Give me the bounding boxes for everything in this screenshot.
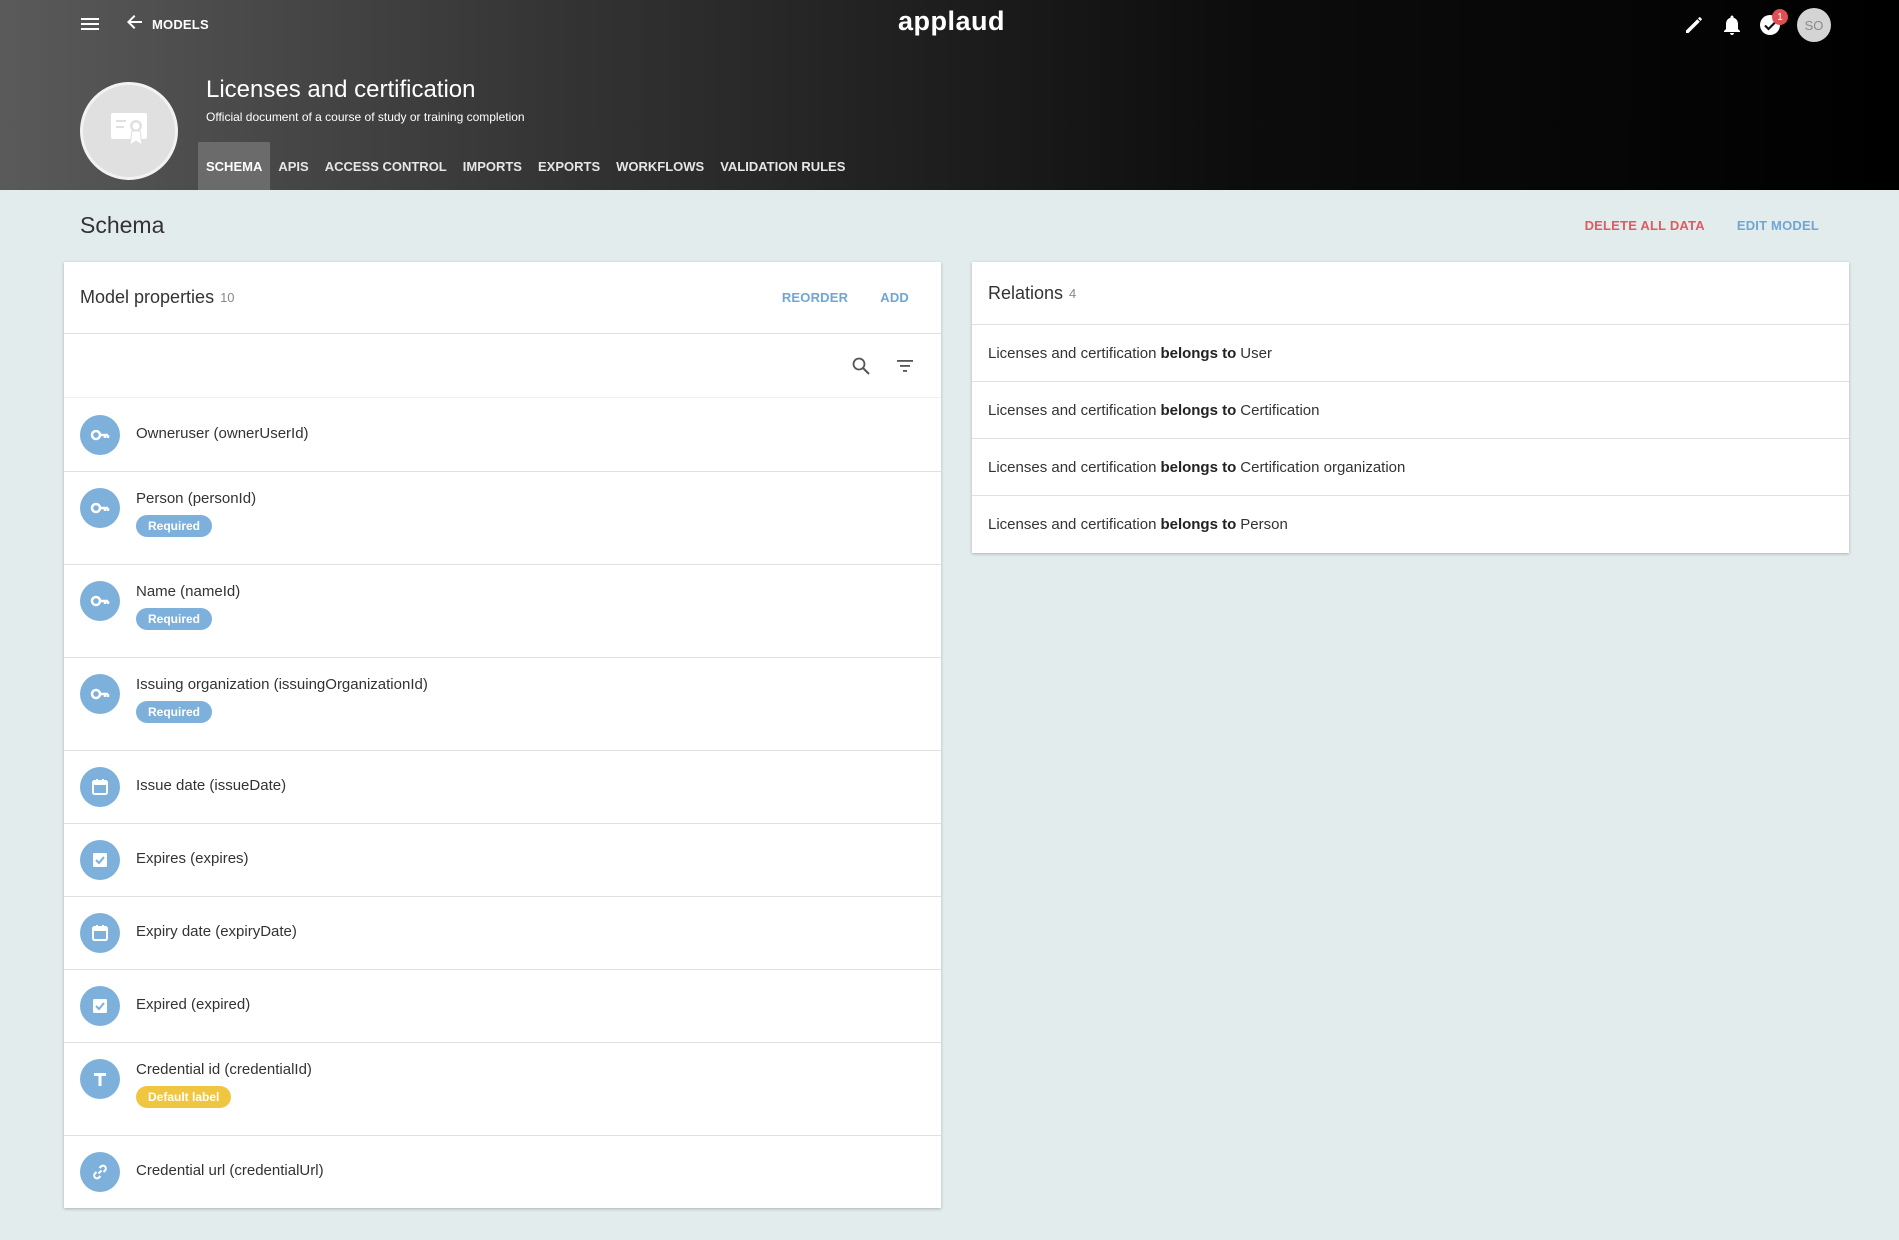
edit-model-button[interactable]: EDIT MODEL — [1737, 218, 1819, 233]
tab-workflows[interactable]: WORKFLOWS — [608, 142, 712, 190]
add-property-button[interactable]: ADD — [880, 290, 909, 305]
tasks-check-icon[interactable]: 1 — [1759, 9, 1788, 36]
calendar-icon — [80, 913, 120, 953]
model-title: Licenses and certification — [206, 76, 476, 103]
property-row[interactable]: Expires (expires) — [64, 824, 941, 897]
relations-card: Relations 4 Licenses and certification b… — [972, 262, 1849, 553]
key-icon — [80, 488, 120, 528]
hamburger-menu-icon[interactable] — [80, 14, 100, 34]
user-avatar[interactable]: SO — [1797, 8, 1831, 42]
relation-verb: belongs to — [1160, 401, 1237, 419]
key-icon — [80, 581, 120, 621]
pencil-icon[interactable] — [1683, 14, 1705, 36]
relation-source: Licenses and certification — [988, 401, 1157, 419]
bell-icon[interactable] — [1721, 14, 1743, 36]
filter-icon[interactable] — [893, 354, 917, 378]
tab-exports[interactable]: EXPORTS — [530, 142, 608, 190]
relation-verb: belongs to — [1160, 458, 1237, 476]
property-name: Owneruser (ownerUserId) — [136, 425, 309, 442]
relation-source: Licenses and certification — [988, 344, 1157, 362]
property-name: Credential url (credentialUrl) — [136, 1162, 324, 1179]
tab-validation-rules[interactable]: VALIDATION RULES — [712, 142, 853, 190]
relation-target: Certification — [1240, 401, 1320, 419]
calendar-icon — [80, 767, 120, 807]
property-row[interactable]: Owneruser (ownerUserId) — [64, 398, 941, 472]
relation-target: Person — [1240, 516, 1288, 533]
link-icon — [80, 1152, 120, 1192]
property-row[interactable]: Person (personId) Required — [64, 472, 941, 565]
property-row[interactable]: Credential url (credentialUrl) — [64, 1136, 941, 1209]
required-badge: Required — [136, 701, 213, 723]
required-badge: Required — [136, 515, 213, 537]
relation-source: Licenses and certification — [988, 458, 1157, 476]
model-properties-card: Model properties 10 REORDER ADD Owneruse… — [64, 262, 941, 1208]
relation-target: Certification organization — [1240, 458, 1406, 476]
properties-count: 10 — [220, 290, 235, 305]
properties-title: Model properties — [80, 287, 215, 307]
property-name: Issue date (issueDate) — [136, 777, 287, 794]
page-title: Schema — [80, 212, 165, 238]
tab-access-control[interactable]: ACCESS CONTROL — [317, 142, 455, 190]
relation-target: User — [1240, 344, 1272, 362]
app-header: MODELS applaud 1 SO Licenses and certifi… — [0, 0, 1899, 190]
relation-row[interactable]: Licenses and certification belongs to Ce… — [972, 382, 1849, 439]
back-label: MODELS — [152, 16, 209, 32]
relation-verb: belongs to — [1160, 516, 1237, 533]
property-row[interactable]: Name (nameId) Required — [64, 565, 941, 658]
property-name: Person (personId) — [136, 490, 257, 507]
relation-row[interactable]: Licenses and certification belongs to Ce… — [972, 439, 1849, 496]
model-avatar — [80, 82, 178, 180]
property-name: Expired (expired) — [136, 996, 251, 1013]
property-name: Expires (expires) — [136, 850, 249, 867]
relation-row[interactable]: Licenses and certification belongs to Pe… — [972, 496, 1849, 553]
applaud-logo: applaud — [898, 6, 1006, 36]
property-name: Expiry date (expiryDate) — [136, 923, 297, 940]
property-name: Name (nameId) — [136, 583, 241, 600]
property-name: Issuing organization (issuingOrganizatio… — [136, 676, 428, 693]
property-row[interactable]: Expiry date (expiryDate) — [64, 897, 941, 970]
relation-verb: belongs to — [1160, 344, 1237, 362]
property-row[interactable]: Expired (expired) — [64, 970, 941, 1043]
relations-title: Relations — [988, 282, 1064, 303]
text-icon — [80, 1059, 120, 1099]
delete-all-data-button[interactable]: DELETE ALL DATA — [1585, 218, 1705, 233]
reorder-button[interactable]: REORDER — [782, 290, 848, 305]
checkbox-icon — [80, 986, 120, 1026]
search-icon[interactable] — [849, 354, 873, 378]
certificate-icon — [107, 107, 151, 156]
tab-imports[interactable]: IMPORTS — [455, 142, 530, 190]
property-name: Credential id (credentialId) — [136, 1061, 312, 1078]
key-icon — [80, 674, 120, 714]
back-to-models-link[interactable]: MODELS — [126, 13, 209, 35]
arrow-left-icon — [126, 13, 144, 36]
required-badge: Required — [136, 608, 213, 630]
checkbox-icon — [80, 840, 120, 880]
key-icon — [80, 415, 120, 455]
tab-apis[interactable]: APIS — [270, 142, 316, 190]
default-label-badge: Default label — [136, 1086, 232, 1108]
model-description: Official document of a course of study o… — [206, 110, 525, 124]
relations-count: 4 — [1069, 285, 1077, 301]
relation-row[interactable]: Licenses and certification belongs to Us… — [972, 325, 1849, 382]
notification-badge: 1 — [1772, 9, 1788, 25]
property-row[interactable]: Credential id (credentialId) Default lab… — [64, 1043, 941, 1136]
property-row[interactable]: Issue date (issueDate) — [64, 751, 941, 824]
property-row[interactable]: Issuing organization (issuingOrganizatio… — [64, 658, 941, 751]
tab-schema[interactable]: SCHEMA — [198, 142, 271, 190]
model-tabs: SCHEMA APIS ACCESS CONTROL IMPORTS EXPOR… — [198, 142, 853, 190]
relation-source: Licenses and certification — [988, 516, 1157, 533]
